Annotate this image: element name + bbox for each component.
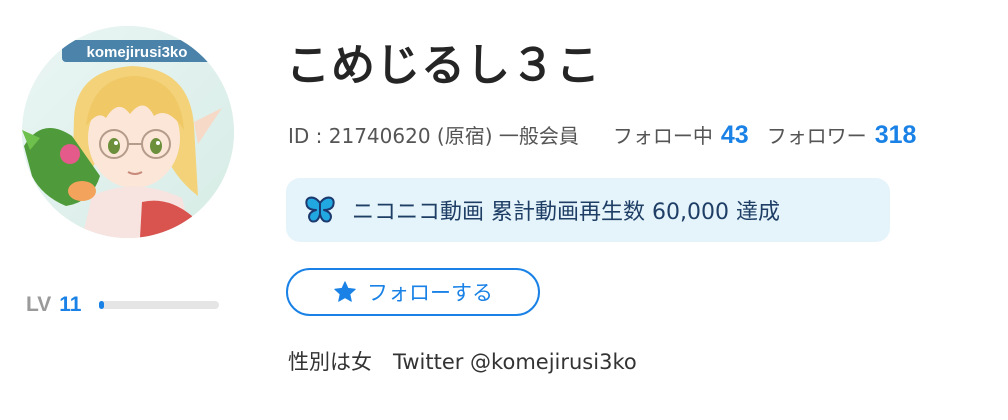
- level-label: LV: [26, 293, 52, 316]
- level-progress-fill: [99, 301, 105, 309]
- user-level: LV 11: [26, 290, 236, 320]
- user-profile-header: komejirusi3ko LV 11 こめじるし３こ ID: 2174062…: [0, 0, 1008, 420]
- avatar[interactable]: komejirusi3ko: [22, 26, 234, 238]
- followers-label[interactable]: フォロワー: [767, 120, 867, 149]
- achievement-badge: ニコニコ動画 累計動画再生数 60,000 達成: [286, 178, 890, 242]
- level-progress-bar: [99, 301, 220, 309]
- page-title: こめじるし３こ: [286, 40, 601, 91]
- followers-count[interactable]: 318: [875, 121, 917, 150]
- avatar-lettering: komejirusi3ko: [87, 44, 188, 61]
- follow-button[interactable]: フォローする: [286, 268, 540, 316]
- follow-button-label: フォローする: [367, 281, 493, 305]
- following-count[interactable]: 43: [721, 121, 749, 150]
- profile-meta: ID : 21740620 (原宿) 一般会員 フォロー中 43 フォロワー 3…: [288, 120, 916, 150]
- profile-description: 性別は女 Twitter @komejirusi3ko: [288, 350, 637, 374]
- butterfly-icon: [304, 194, 336, 226]
- following-label[interactable]: フォロー中: [613, 120, 713, 149]
- level-value: 11: [59, 293, 82, 316]
- user-id-text: ID : 21740620 (原宿) 一般会員: [288, 124, 579, 148]
- star-icon: [333, 280, 357, 304]
- avatar-illustration: komejirusi3ko: [22, 26, 234, 238]
- achievement-text: ニコニコ動画 累計動画再生数 60,000 達成: [352, 200, 780, 225]
